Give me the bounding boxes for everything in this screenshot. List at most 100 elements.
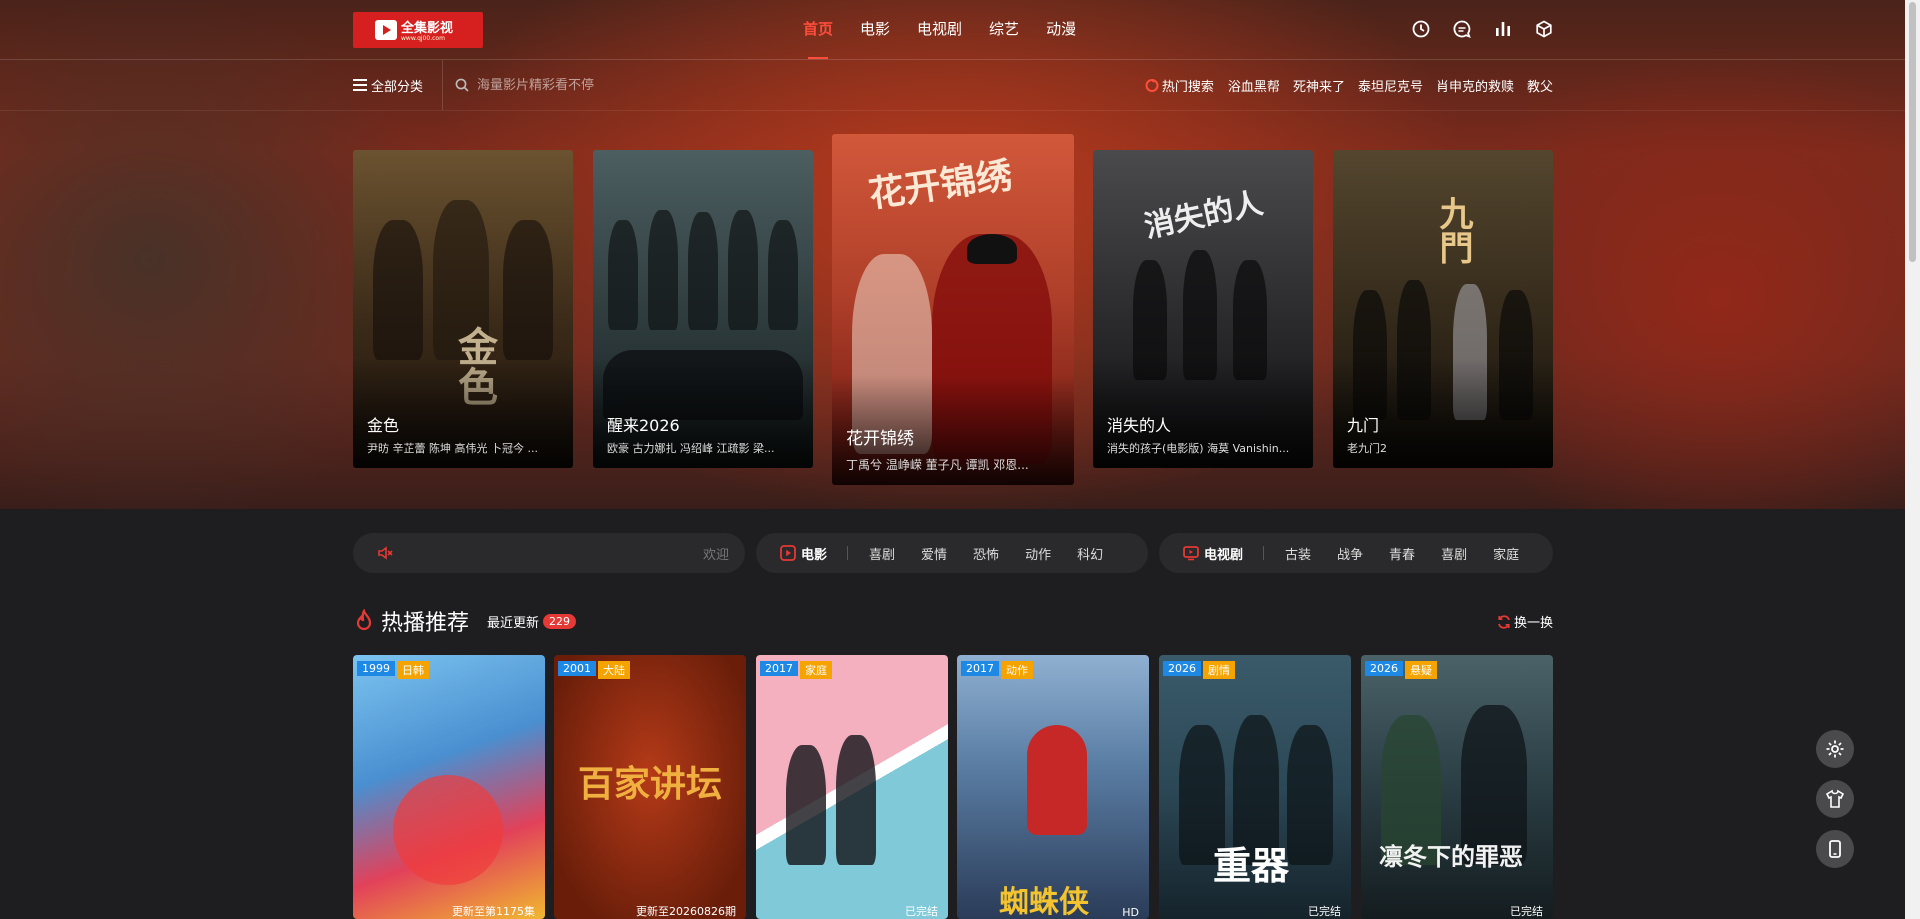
hot-link[interactable]: 浴血黑帮 [1228, 76, 1280, 95]
card-figure [1287, 725, 1333, 865]
box-icon[interactable] [1535, 20, 1553, 38]
recent-update-label[interactable]: 最近更新 [487, 612, 539, 631]
card-status: 更新至第1175集 [452, 905, 535, 918]
video-card[interactable]: 重器 2026 剧情 已完结 [1159, 655, 1351, 919]
refresh-button[interactable]: 换一换 [1497, 612, 1553, 631]
chart-icon[interactable] [1494, 20, 1512, 38]
mobile-button[interactable] [1816, 830, 1854, 868]
nav-tv[interactable]: 电视剧 [917, 0, 962, 59]
tv-genre-link[interactable]: 古装 [1285, 544, 1311, 563]
hot-link[interactable]: 泰坦尼克号 [1358, 76, 1423, 95]
year-tag: 2001 [558, 661, 596, 676]
movie-genre-link[interactable]: 动作 [1025, 544, 1051, 563]
card-status: HD [1122, 906, 1139, 919]
welcome-bar: 欢迎 [353, 533, 745, 573]
theme-button[interactable] [1816, 780, 1854, 818]
category-tag: 动作 [1001, 661, 1033, 679]
poster-cast: 欧豪 古力娜扎 冯绍峰 江疏影 梁... [607, 442, 775, 455]
nav-movie[interactable]: 电影 [860, 0, 890, 59]
movie-genre-link[interactable]: 喜剧 [869, 544, 895, 563]
card-status: 更新至20260826期 [636, 905, 736, 918]
video-card[interactable]: 蜘蛛侠 2017 动作 HD [957, 655, 1149, 919]
carousel-poster-1[interactable]: 金色 金色 尹昉 辛芷蕾 陈坤 高伟光 卜冠今 ... [353, 150, 573, 468]
movie-genre-link[interactable]: 科幻 [1077, 544, 1103, 563]
history-icon[interactable] [1412, 20, 1430, 38]
poster-figure [373, 220, 423, 360]
section-title: 热播推荐 [381, 611, 470, 636]
year-tag: 1999 [357, 661, 395, 676]
tv-genre-link[interactable]: 喜剧 [1441, 544, 1467, 563]
tv-category-title[interactable]: 电视剧 [1183, 544, 1243, 563]
all-categories-button[interactable]: 全部分类 [353, 60, 443, 110]
tv-category-label: 电视剧 [1204, 547, 1244, 563]
video-card[interactable]: 1999 日韩 更新至第1175集 [353, 655, 545, 919]
separator [847, 546, 849, 560]
card-figure [1027, 725, 1087, 835]
carousel-poster-2[interactable]: 醒来2026 欧豪 古力娜扎 冯绍峰 江疏影 梁... [593, 150, 813, 468]
recent-count-badge: 229 [543, 613, 577, 629]
top-bar: 全集影视 www.qj00.com 首页 电影 电视剧 综艺 动漫 [353, 0, 1553, 59]
movie-category-title[interactable]: 电影 [780, 544, 827, 563]
card-art-title: 凛冬下的罪恶 [1379, 842, 1523, 871]
card-art-title: 蜘蛛侠 [999, 885, 1089, 919]
category-tag: 日韩 [397, 661, 429, 679]
category-tag: 大陆 [598, 661, 630, 679]
year-tag: 2026 [1163, 661, 1201, 676]
settings-button[interactable] [1816, 730, 1854, 768]
category-tag: 家庭 [800, 661, 832, 679]
play-logo-icon [375, 19, 397, 40]
poster-title: 九门 [1347, 416, 1380, 435]
video-card[interactable]: 百家讲坛 2001 大陆 更新至20260826期 [554, 655, 746, 919]
page-scrollbar[interactable] [1905, 0, 1920, 919]
poster-figure [728, 210, 758, 330]
tv-genre-link[interactable]: 青春 [1389, 544, 1415, 563]
site-logo[interactable]: 全集影视 www.qj00.com [353, 11, 483, 48]
video-card[interactable]: 凛冬下的罪恶 2026 悬疑 已完结 [1361, 655, 1553, 919]
message-icon[interactable] [1453, 20, 1471, 38]
hot-link[interactable]: 肖申克的救赎 [1436, 76, 1514, 95]
carousel-poster-4[interactable]: 消失的人 消失的人 消失的孩子(电影版) 海莫 Vanishin... [1093, 150, 1313, 468]
shirt-icon [1825, 789, 1845, 808]
poster-title: 消失的人 [1107, 416, 1172, 435]
hot-searches: 热门搜索 浴血黑帮 死神来了 泰坦尼克号 肖申克的救赎 教父 [1145, 60, 1553, 110]
year-tag: 2017 [961, 661, 999, 676]
movie-category-bar: 电影 喜剧 爱情 恐怖 动作 科幻 [756, 533, 1148, 573]
poster-cast: 尹昉 辛芷蕾 陈坤 高伟光 卜冠今 ... [367, 442, 538, 455]
movie-genre-link[interactable]: 爱情 [921, 544, 947, 563]
nav-variety[interactable]: 综艺 [989, 0, 1019, 59]
hot-link[interactable]: 教父 [1527, 76, 1553, 95]
hot-search-text: 热门搜索 [1161, 79, 1214, 95]
search-box [455, 77, 777, 93]
main-nav: 首页 电影 电视剧 综艺 动漫 [803, 0, 1103, 59]
poster-cast: 老九门2 [1347, 442, 1387, 455]
poster-cast: 丁禹兮 温峥嵘 董子凡 谭凯 邓恩... [846, 458, 1029, 472]
scroll-thumb[interactable] [1909, 2, 1916, 262]
poster-title: 花开锦绣 [846, 429, 914, 449]
mute-speaker-icon[interactable] [377, 545, 393, 561]
carousel-poster-3-active[interactable]: 花开锦绣 花开锦绣 丁禹兮 温峥嵘 董子凡 谭凯 邓恩... [832, 134, 1074, 485]
logo-text: 全集影视 [401, 20, 454, 36]
card-figure [836, 735, 876, 865]
poster-figure [688, 212, 718, 330]
video-card[interactable]: 2017 家庭 已完结 [756, 655, 948, 919]
search-icon[interactable] [455, 78, 469, 92]
poster-title: 醒来2026 [607, 416, 680, 435]
movie-genre-link[interactable]: 恐怖 [973, 544, 999, 563]
logo-url: www.qj00.com [401, 34, 445, 42]
movie-category-label: 电影 [801, 547, 828, 563]
search-input[interactable] [477, 77, 777, 93]
nav-anime[interactable]: 动漫 [1046, 0, 1076, 59]
card-status: 已完结 [1510, 905, 1543, 918]
subbar-divider [0, 110, 1905, 111]
carousel-poster-5[interactable]: 九門 九门 老九门2 [1333, 150, 1553, 468]
hot-link[interactable]: 死神来了 [1293, 76, 1345, 95]
play-square-icon [780, 545, 796, 561]
fire-icon [1145, 78, 1159, 92]
tv-genre-link[interactable]: 家庭 [1493, 544, 1519, 563]
tv-genre-link[interactable]: 战争 [1337, 544, 1363, 563]
nav-home[interactable]: 首页 [803, 0, 833, 59]
poster-figure [648, 210, 678, 330]
settings-icon [1826, 740, 1844, 758]
hot-search-label: 热门搜索 [1145, 76, 1214, 95]
card-decor [393, 775, 503, 885]
